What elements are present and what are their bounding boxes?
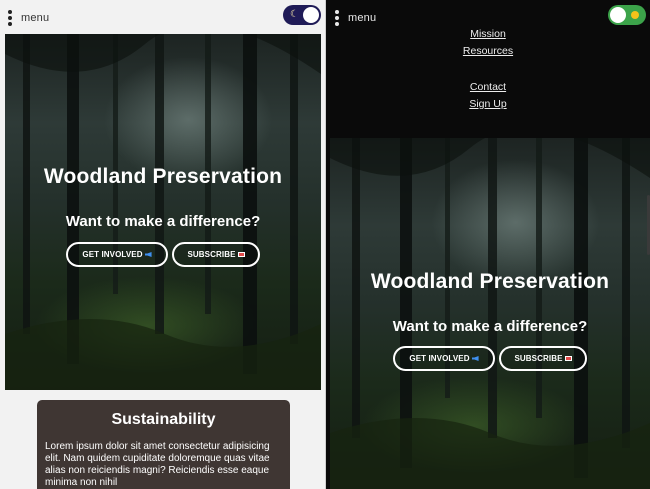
hero-title: Woodland Preservation [43, 165, 283, 188]
sun-icon [631, 11, 639, 19]
forest-background [5, 34, 321, 390]
kebab-menu-icon [8, 10, 12, 26]
hero-buttons: GET INVOLVED SUBSCRIBE [330, 346, 650, 371]
megaphone-icon [144, 252, 152, 257]
hero-buttons: GET INVOLVED SUBSCRIBE [5, 242, 321, 267]
get-involved-button[interactable]: GET INVOLVED [66, 242, 168, 267]
megaphone-icon [471, 356, 479, 361]
get-involved-button[interactable]: GET INVOLVED [393, 346, 495, 371]
hero-subtitle: Want to make a difference? [65, 213, 261, 230]
hero-section: Woodland Preservation Want to make a dif… [5, 34, 321, 390]
menu-label: menu [21, 12, 50, 24]
nav-link-contact[interactable]: Contact [326, 81, 650, 98]
card-text: Lorem ipsum dolor sit amet consectetur a… [45, 441, 270, 488]
subscribe-button[interactable]: SUBSCRIBE [172, 242, 260, 267]
nav-link-sign-up[interactable]: Sign Up [326, 98, 650, 115]
theme-toggle[interactable]: ☾ [283, 5, 321, 25]
nav-gap [326, 62, 650, 81]
hero-section: Woodland Preservation Want to make a dif… [330, 138, 650, 489]
menu-button[interactable]: menu [8, 9, 49, 27]
top-bar: menu ☾ [0, 0, 325, 33]
moon-icon: ☾ [290, 9, 299, 20]
menu-button[interactable]: menu [335, 9, 376, 27]
subscribe-button[interactable]: SUBSCRIBE [499, 346, 587, 371]
mail-icon [237, 252, 245, 257]
card-title: Sustainability [111, 411, 216, 428]
hero-subtitle: Want to make a difference? [392, 318, 588, 335]
nav-link-resources[interactable]: Resources [326, 45, 650, 62]
kebab-menu-icon [335, 10, 339, 26]
toggle-knob [303, 7, 319, 23]
nav-link-mission[interactable]: Mission [326, 28, 650, 45]
sustainability-card: Sustainability Lorem ipsum dolor sit ame… [37, 400, 290, 489]
toggle-knob [610, 7, 626, 23]
theme-toggle[interactable] [608, 5, 646, 25]
left-viewport: menu ☾ Woodland Preservation Want to mak… [0, 0, 325, 489]
right-viewport: menu Mission Resources Contact Sign Up W… [326, 0, 650, 489]
menu-label: menu [348, 12, 377, 24]
hero-title: Woodland Preservation [370, 270, 610, 293]
nav-menu: Mission Resources Contact Sign Up [326, 28, 650, 115]
mail-icon [564, 356, 572, 361]
forest-background [330, 138, 650, 489]
